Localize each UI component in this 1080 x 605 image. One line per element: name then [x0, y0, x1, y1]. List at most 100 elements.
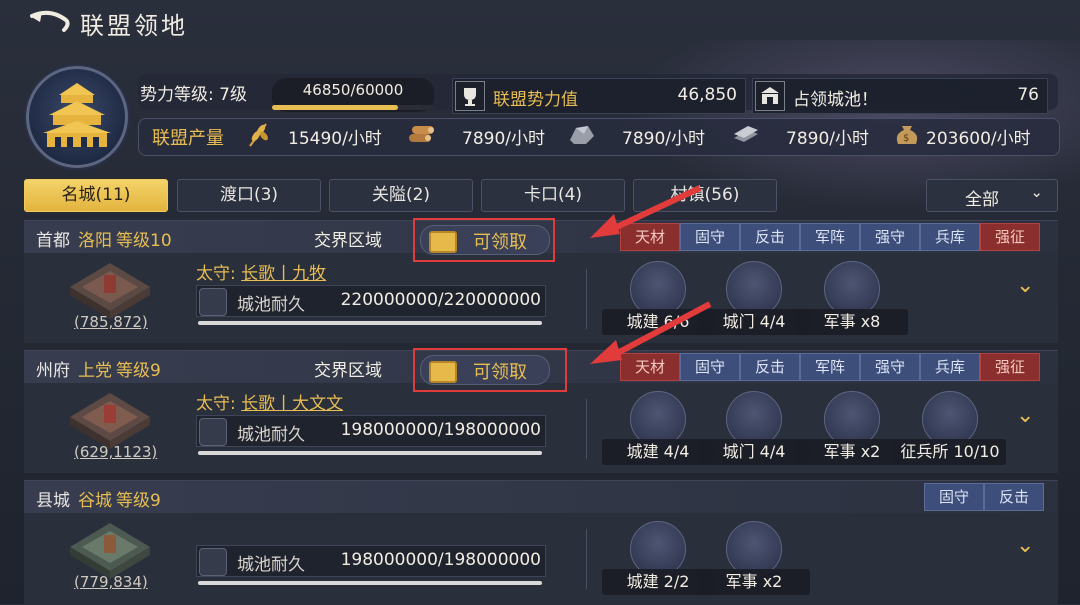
power-level-label: 势力等级: 7级 [140, 85, 247, 105]
city-level: 等级9 [116, 491, 161, 511]
durability-value: 198000000/198000000 [340, 550, 541, 570]
expand-chevron-icon[interactable]: ⌄ [1016, 533, 1034, 558]
city-gate-icon [755, 81, 785, 111]
wheat-production: 15490/小时 [288, 129, 382, 149]
region-label: 交界区域 [314, 361, 382, 381]
card-header: 县城 谷城 等级9 固守 反击 [24, 481, 1058, 513]
building-city[interactable]: 城建 4/4 [602, 391, 714, 471]
occupy-label: 占领城池！ [793, 90, 878, 110]
building-military[interactable]: 军事 x2 [796, 391, 908, 471]
red-arrow-icon [590, 301, 712, 364]
building-label: 征兵所 10/10 [894, 439, 1006, 465]
trophy-icon [455, 81, 485, 111]
back-arrow-icon[interactable] [28, 10, 72, 36]
coords-link[interactable]: (629,1123) [74, 443, 157, 461]
tag-bingku[interactable]: 兵库 [920, 223, 980, 251]
city-level: 等级10 [116, 231, 172, 251]
durability-box: 城池耐久 198000000/198000000 [196, 415, 546, 447]
palace-icon [43, 83, 111, 147]
divider [586, 529, 587, 589]
city-type: 首都 [36, 231, 70, 251]
exp-text: 46850/60000 [302, 81, 404, 99]
tab-passes[interactable]: 关隘(2) [329, 179, 473, 212]
building-military[interactable]: 军事 x8 [796, 261, 908, 341]
tag-qiangzheng[interactable]: 强征 [980, 353, 1040, 381]
building-gate[interactable]: 城门 4/4 [698, 261, 810, 341]
card-title: 首都 洛阳 等级10 [36, 226, 172, 251]
production-label: 联盟产量 [152, 128, 224, 149]
page-title: 联盟领地 [80, 12, 188, 40]
tag-gushou[interactable]: 固守 [924, 483, 984, 511]
filter-dropdown[interactable]: 全部 ⌄ [926, 179, 1058, 212]
city-name[interactable]: 上党 [78, 361, 112, 381]
stone-icon [570, 126, 594, 144]
tab-ferries[interactable]: 渡口(3) [177, 179, 321, 212]
tag-qiangzheng[interactable]: 强征 [980, 223, 1040, 251]
city-type: 县城 [36, 491, 70, 511]
power-value: 46,850 [677, 85, 737, 105]
governor-name[interactable]: 长歌丨大文文 [241, 394, 343, 414]
durability-box: 城池耐久 198000000/198000000 [196, 545, 546, 577]
power-label: 联盟势力值 [493, 90, 578, 110]
top-bar: 联盟领地 [0, 0, 1080, 46]
stone-production: 7890/小时 [622, 129, 705, 149]
tag-fanji[interactable]: 反击 [984, 483, 1044, 511]
building-gate[interactable]: 城门 4/4 [698, 391, 810, 471]
region-label: 交界区域 [314, 231, 382, 251]
alliance-emblem[interactable] [26, 66, 128, 168]
tag-bingku[interactable]: 兵库 [920, 353, 980, 381]
expand-chevron-icon[interactable]: ⌄ [1016, 403, 1034, 428]
governor-prefix: 太守: [196, 264, 242, 284]
exp-fill [272, 105, 399, 110]
durability-bar [198, 321, 542, 325]
tag-qiangshou[interactable]: 强守 [860, 223, 920, 251]
coords-link[interactable]: (779,834) [74, 573, 148, 591]
building-city[interactable]: 城建 2/2 [602, 521, 714, 601]
coin-bag-icon: $ [896, 126, 918, 144]
city-name[interactable]: 谷城 [78, 491, 112, 511]
building-label: 城门 4/4 [698, 439, 810, 465]
coords-link[interactable]: (785,872) [74, 313, 148, 331]
governor-prefix: 太守: [196, 394, 242, 414]
wheat-icon [249, 123, 268, 147]
building-label: 军事 x2 [796, 439, 908, 465]
card-title: 州府 上党 等级9 [36, 356, 161, 381]
shield-icon [199, 288, 227, 316]
durability-box: 城池耐久 220000000/220000000 [196, 285, 546, 317]
wood-production: 7890/小时 [462, 129, 545, 149]
highlight-box [413, 218, 555, 262]
governor-line: 太守: 长歌丨大文文 [196, 389, 343, 414]
exp-bar: 46850/60000 [272, 78, 434, 112]
building-barracks[interactable]: 征兵所 10/10 [894, 391, 1006, 471]
building-label: 军事 x2 [698, 569, 810, 595]
tag-junzhen[interactable]: 军阵 [800, 223, 860, 251]
governor-name[interactable]: 长歌丨九牧 [241, 264, 326, 284]
coin-production: 203600/小时 [926, 129, 1031, 149]
city-card-county: 县城 谷城 等级9 固守 反击 (779,834) 城池耐久 198000000/1… [24, 480, 1058, 605]
shield-icon [199, 548, 227, 576]
tag-junzhen[interactable]: 军阵 [800, 353, 860, 381]
alliance-power-box[interactable]: 联盟势力值 46,850 [452, 78, 746, 114]
city-name[interactable]: 洛阳 [78, 231, 112, 251]
divider [586, 399, 587, 459]
tag-fanji[interactable]: 反击 [740, 223, 800, 251]
durability-label: 城池耐久 [237, 555, 305, 575]
filter-label: 全部 [965, 190, 999, 210]
iron-icon [734, 126, 758, 142]
city-type: 州府 [36, 361, 70, 381]
building-label: 军事 x8 [796, 309, 908, 335]
durability-value: 220000000/220000000 [340, 290, 541, 310]
durability-value: 198000000/198000000 [340, 420, 541, 440]
tag-qiangshou[interactable]: 强守 [860, 353, 920, 381]
iron-production: 7890/小时 [786, 129, 869, 149]
tag-fanji[interactable]: 反击 [740, 353, 800, 381]
tab-famous-cities[interactable]: 名城(11) [24, 179, 168, 212]
expand-chevron-icon[interactable]: ⌄ [1016, 273, 1034, 298]
svg-text:$: $ [903, 133, 909, 144]
building-military[interactable]: 军事 x2 [698, 521, 810, 601]
durability-bar [198, 581, 542, 585]
chevron-down-icon: ⌄ [1030, 183, 1043, 201]
city-level: 等级9 [116, 361, 161, 381]
occupied-cities-box[interactable]: 占领城池！ 76 [752, 78, 1048, 114]
durability-label: 城池耐久 [237, 295, 305, 315]
